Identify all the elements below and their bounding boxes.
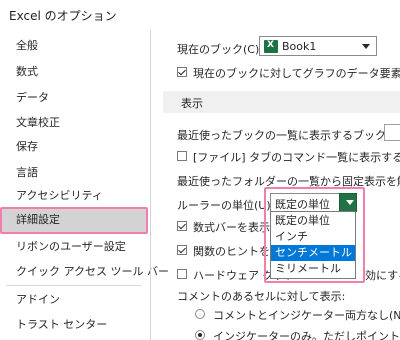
comments-label: コメントのあるセルに対して表示: <box>177 290 346 303</box>
formula-bar-checkbox[interactable] <box>177 221 187 231</box>
current-book-label: 現在のブック(C): <box>177 43 263 56</box>
dropdown-button[interactable] <box>339 193 357 212</box>
option-default-units[interactable]: 既定の単位 <box>271 213 355 229</box>
sidebar-item-general[interactable]: 全般 <box>0 34 148 58</box>
no-comments-label: コメントとインジケーター両方なし(N) <box>213 309 400 322</box>
option-inch[interactable]: インチ <box>271 229 355 245</box>
options-sidebar: 全般 数式 データ 文章校正 保存 言語 アクセシビリティ 詳細設定 リボンのユ… <box>0 30 169 340</box>
current-book-select[interactable]: Book1 <box>259 36 377 56</box>
file-tab-recent-checkbox[interactable] <box>177 151 187 161</box>
function-tips-checkbox[interactable] <box>177 245 187 255</box>
window-title: Excel のオプション <box>9 9 117 23</box>
sidebar-item-data[interactable]: データ <box>0 86 148 110</box>
sidebar-item-accessibility[interactable]: アクセシビリティ <box>0 184 148 208</box>
indicator-only-label: インジケーターのみ。ただしポイント時にコメント <box>213 330 400 340</box>
show-chart-elements-checkbox[interactable] <box>177 67 187 77</box>
chevron-down-icon <box>362 44 370 49</box>
recent-books-count-input[interactable] <box>384 124 400 141</box>
sidebar-item-customize-ribbon[interactable]: リボンのユーザー設定 <box>0 235 148 259</box>
sidebar-item-formulas[interactable]: 数式 <box>0 60 148 84</box>
sidebar-item-trust-center[interactable]: トラスト センター <box>0 313 148 337</box>
title-bar: Excel のオプション <box>0 0 400 30</box>
sidebar-item-save[interactable]: 保存 <box>0 135 148 159</box>
file-tab-recent-label: [ファイル] タブのコマンド一覧に表示する、最近使 <box>193 151 400 164</box>
chevron-down-icon <box>346 200 354 205</box>
display-section-title: 表示 <box>181 97 203 110</box>
sidebar-item-quick-access-toolbar[interactable]: クイック アクセス ツール バー <box>0 260 169 284</box>
option-centimeter[interactable]: センチメートル <box>271 245 355 261</box>
recent-books-label: 最近使ったブックの一覧に表示するブックの数(R): <box>177 129 400 142</box>
current-book-value: Book1 <box>282 40 317 53</box>
advanced-options-pane: 現在のブック(C): Book1 現在のブックに対してグラフのデータ要素に応じて… <box>151 30 400 340</box>
excel-workbook-icon <box>264 40 278 53</box>
ruler-units-dropdown-list: 既定の単位 インチ センチメートル ミリメートル <box>270 211 356 279</box>
ruler-units-value: 既定の単位 <box>275 198 330 211</box>
sidebar-item-language[interactable]: 言語 <box>0 161 148 185</box>
recent-folders-label: 最近使ったフォルダーの一覧から固定表示を解除する <box>177 175 400 188</box>
option-millimeter[interactable]: ミリメートル <box>271 261 355 277</box>
ruler-units-label: ルーラーの単位(U) <box>177 199 271 212</box>
hardware-graphics-checkbox[interactable] <box>177 269 187 279</box>
sidebar-item-addins[interactable]: アドイン <box>0 288 148 312</box>
sidebar-item-proofing[interactable]: 文章校正 <box>0 111 148 135</box>
display-section-header: 表示 <box>163 91 400 113</box>
hardware-graphics-suffix: 効にする <box>365 269 400 282</box>
ruler-units-select[interactable]: 既定の単位 <box>270 193 357 212</box>
sidebar-item-advanced[interactable]: 詳細設定 <box>0 208 148 232</box>
sidebar-divider <box>6 285 142 286</box>
no-comments-radio[interactable] <box>195 309 205 319</box>
indicator-only-radio[interactable] <box>195 330 205 340</box>
function-tips-label: 関数のヒントを表 <box>193 245 281 258</box>
formula-bar-label: 数式バーを表示す <box>193 221 281 234</box>
show-chart-elements-label: 現在のブックに対してグラフのデータ要素に応じて算 <box>193 67 400 80</box>
